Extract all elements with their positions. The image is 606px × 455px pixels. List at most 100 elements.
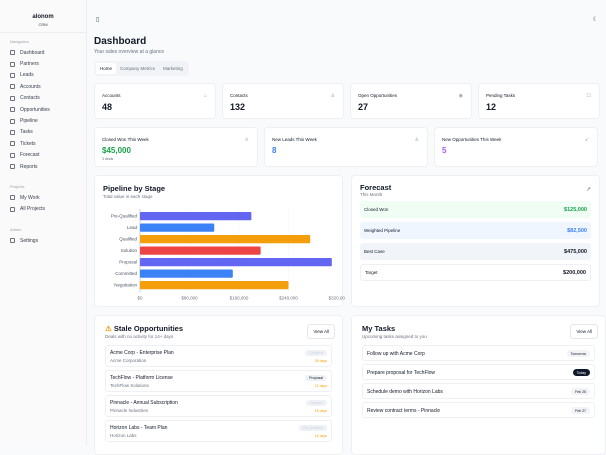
pipeline-card: Pipeline by Stage Total value in each st… [94, 175, 345, 307]
sidebar-item-leads[interactable]: Leads [0, 70, 86, 81]
y-tick-label: Qualified [119, 237, 137, 242]
settings-icon [10, 238, 15, 244]
sidebar-item-opportunities[interactable]: Opportunities [0, 104, 86, 115]
stale-opportunity-row[interactable]: Pinnacle - Annual Subscription Pinnacle I… [105, 395, 332, 417]
stale-opportunity-row[interactable]: TechFlow - Platform License TechFlow Solu… [105, 370, 332, 392]
stale-opportunity-row[interactable]: Horizon Labs - Team Plan Horizon Labs Pre-… [105, 420, 332, 442]
brand-sub: CRM [38, 22, 48, 27]
opportunity-name: TechFlow - Platform License [110, 375, 173, 381]
checkbox-icon: ☐ [586, 93, 591, 99]
task-row[interactable]: Prepare proposal for TechFlow Today [362, 364, 595, 380]
task-row[interactable]: Review contract terms - Pinnacle Feb 27 [362, 402, 595, 418]
pipeline-subtitle: Total value in each stage [103, 194, 153, 199]
stat-value: 27 [358, 102, 369, 112]
sidebar-toggle-icon[interactable]: ▯ [96, 16, 99, 23]
task-row[interactable]: Schedule demo with Horizon Labs Feb 25 [362, 383, 595, 399]
y-tick-label: Committed [115, 271, 137, 276]
due-badge: Feb 25 [571, 388, 590, 395]
sidebar-item-contacts[interactable]: Contacts [0, 93, 86, 104]
stat-label: Pending Tasks [486, 93, 516, 98]
sidebar-item-label: Contacts [20, 95, 40, 102]
sidebar-item-label: Reports [20, 163, 38, 170]
tab-marketing[interactable]: Marketing [159, 63, 187, 74]
sidebar-item-forecast[interactable]: Forecast [0, 150, 86, 161]
sidebar-item-settings[interactable]: Settings [0, 235, 86, 246]
task-title: Review contract terms - Pinnacle [367, 408, 441, 414]
tab-company-metrics[interactable]: Company Metrics [116, 63, 159, 74]
forecast-card: Forecast This Month ↗ Closed Won $125,000… [351, 175, 600, 307]
forecast-row: Closed Won $125,000 [360, 201, 591, 218]
bar-pre-qualified [140, 212, 252, 221]
tasks-view-all-button[interactable]: View All [570, 324, 598, 339]
forecast-title: Forecast [360, 183, 392, 192]
bar-solution [140, 246, 261, 255]
weekly-card-new-opportunities-this-week: New Opportunities This Week 5 ➶ [434, 127, 598, 167]
sidebar-item-label: Dashboard [20, 49, 45, 56]
forecast-value: $82,500 [567, 227, 587, 234]
stage-badge: Solution [306, 400, 327, 406]
opportunity-name: Pinnacle - Annual Subscription [110, 400, 178, 406]
stale-days: 18 days [314, 409, 327, 413]
sidebar-item-partners[interactable]: Partners [0, 58, 86, 69]
sidebar-section-title: Admin [10, 227, 22, 233]
task-title: Schedule demo with Horizon Labs [367, 389, 443, 395]
tabs: Home Company Metrics Marketing [94, 61, 189, 76]
sidebar-item-label: Pipeline [20, 118, 38, 125]
opportunity-company: TechFlow Solutions [110, 383, 149, 388]
stat-label: Accounts [102, 93, 121, 98]
weekly-label: Closed Won This Week [102, 137, 149, 142]
stat-value: 48 [102, 102, 113, 112]
tasks-title: My Tasks [362, 324, 396, 333]
weekly-card-new-leads-this-week: New Leads This Week 8 ♙ [264, 127, 428, 167]
target-icon: ◉ [458, 93, 463, 99]
sidebar-item-accounts[interactable]: Accounts [0, 81, 86, 92]
weekly-label: New Leads This Week [272, 137, 317, 142]
sidebar-item-dashboard[interactable]: Dashboard [0, 47, 86, 58]
sidebar-item-label: All Projects [20, 206, 46, 213]
forecast-label: Best Case [364, 249, 385, 254]
stale-days: 28 days [314, 359, 327, 363]
trophy-icon: ♕ [244, 137, 249, 143]
sidebar-item-label: Opportunities [20, 106, 50, 113]
sidebar-item-reports[interactable]: Reports [0, 161, 86, 172]
forecast-row: Weighted Pipeline $82,500 [360, 222, 591, 239]
forecast-row: Target $200,000 [360, 264, 591, 281]
forecast-label: Weighted Pipeline [364, 228, 401, 233]
forecast-value: $125,000 [564, 206, 587, 213]
weekly-value: $45,000 [102, 146, 131, 155]
sidebar-item-pipeline[interactable]: Pipeline [0, 115, 86, 126]
moon-icon[interactable]: ☾ [593, 16, 598, 23]
partners-icon [10, 61, 15, 67]
stat-card-open-opportunities: Open Opportunities 27 ◉ [350, 83, 472, 119]
tasks-icon [10, 129, 15, 135]
sidebar-item-my-work[interactable]: My Work [0, 192, 86, 203]
stale-days: 21 days [314, 384, 327, 388]
y-tick-label: Pre-Qualified [111, 214, 138, 219]
bar-negotiation [140, 281, 289, 290]
x-tick-label: $240,000 [279, 296, 298, 301]
my-work-icon [10, 195, 15, 201]
due-badge: Today [572, 369, 590, 376]
building-icon: ⌂ [203, 93, 207, 99]
stat-value: 132 [230, 102, 246, 112]
bar-committed [140, 269, 233, 278]
task-row[interactable]: Follow up with Acme Corp Tomorrow [362, 345, 595, 361]
stale-view-all-button[interactable]: View All [307, 324, 335, 339]
stale-subtitle: Deals with no activity for 14+ days [105, 334, 174, 339]
topbar: ▯ ☾ [88, 0, 606, 34]
stale-opportunity-row[interactable]: Acme Corp - Enterprise Plan Acme Corporat… [105, 345, 332, 367]
logo[interactable]: alonom CRM [0, 0, 86, 27]
opportunity-company: Acme Corporation [110, 358, 147, 363]
sidebar-item-tickets[interactable]: Tickets [0, 138, 86, 149]
weekly-card-closed-won-this-week: Closed Won This Week $45,000 3 deals ♕ [94, 127, 258, 167]
tickets-icon [10, 141, 15, 147]
forecast-icon [10, 152, 15, 158]
opportunity-company: Pinnacle Industries [110, 408, 149, 413]
due-badge: Feb 27 [571, 407, 590, 414]
weekly-note: 3 deals [102, 157, 114, 161]
sidebar-item-all-projects[interactable]: All Projects [0, 204, 86, 215]
tasks-card: My Tasks Upcoming tasks assigned to you … [351, 315, 606, 455]
sidebar-item-label: My Work [20, 194, 40, 201]
sidebar-item-tasks[interactable]: Tasks [0, 127, 86, 138]
tab-home[interactable]: Home [96, 63, 117, 74]
